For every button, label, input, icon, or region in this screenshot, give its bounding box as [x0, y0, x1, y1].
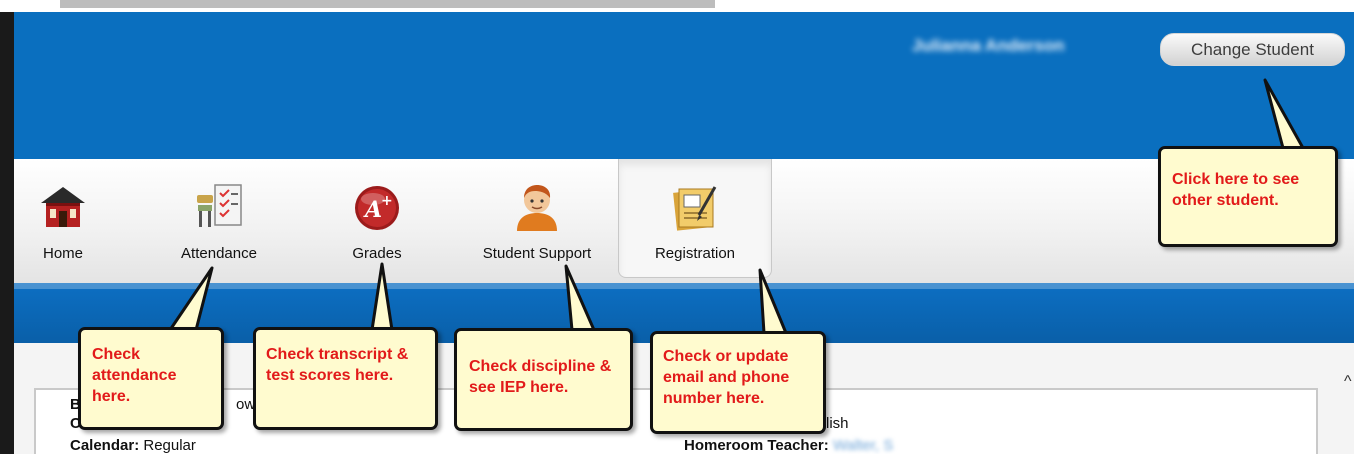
callout-change-student: Click here to see other student. [1158, 146, 1338, 247]
scroll-up-icon[interactable]: ^ [1344, 373, 1352, 391]
nav-label-grades: Grades [352, 245, 402, 262]
nav-item-attendance[interactable]: Attendance [164, 159, 274, 277]
window-top-strip [0, 0, 1354, 12]
nav-item-home[interactable]: Home [28, 159, 98, 277]
app-header [14, 12, 1354, 159]
home-icon [41, 187, 85, 227]
svg-text:+: + [381, 193, 393, 209]
window-edge [60, 0, 715, 8]
registration-icon [673, 186, 717, 231]
partial-field-right: lish [826, 415, 849, 432]
student-support-icon [517, 185, 557, 231]
callout-registration: Check or update email and phone number h… [650, 331, 826, 434]
nav-label-home: Home [42, 245, 83, 262]
homeroom-teacher-field: Homeroom Teacher: Walter, S [684, 437, 894, 454]
main-navigation: Home Attendance A + Grades Student Suppo… [14, 159, 1354, 283]
grades-icon: A + [355, 186, 399, 230]
student-name: Julianna Anderson [912, 36, 1065, 55]
callout-attendance: Check attendance here. [78, 327, 224, 430]
svg-text:A: A [363, 197, 382, 223]
nav-item-registration[interactable]: Registration [618, 159, 772, 278]
attendance-icon [197, 184, 242, 227]
change-student-button[interactable]: Change Student [1160, 33, 1345, 66]
nav-item-grades[interactable]: A + Grades [332, 159, 422, 277]
calendar-field: Calendar: Regular [70, 437, 196, 454]
sub-navigation-highlight [14, 283, 1354, 289]
nav-item-student-support[interactable]: Student Support [458, 159, 616, 277]
callout-grades: Check transcript & test scores here. [253, 327, 438, 430]
nav-label-attendance: Attendance [181, 245, 257, 262]
callout-student-support: Check discipline & see IEP here. [454, 328, 633, 431]
nav-label-student-support: Student Support [482, 245, 592, 262]
nav-label-registration: Registration [654, 245, 736, 262]
window-left-edge [0, 12, 14, 454]
